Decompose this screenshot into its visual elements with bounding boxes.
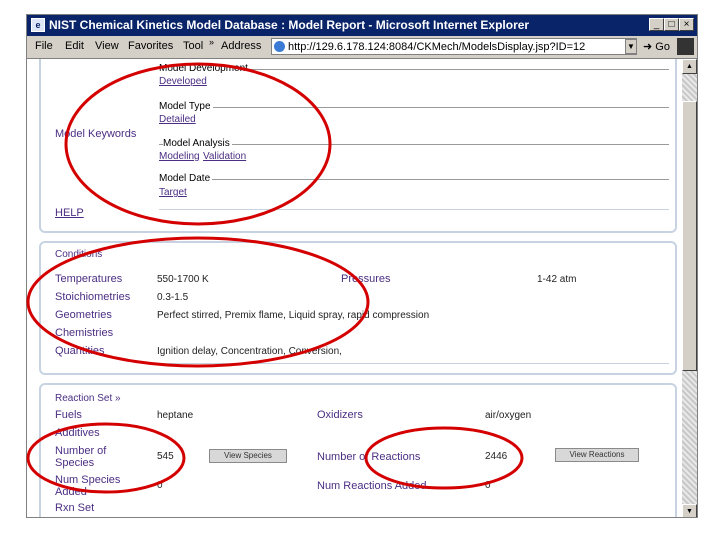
legend-model-type: Model Type: [159, 101, 213, 112]
page-content: Model Keywords Model Development Develop…: [27, 59, 682, 517]
address-dropdown-icon[interactable]: ▼: [625, 39, 637, 54]
quantities-value: Ignition delay, Concentration, Conversio…: [157, 346, 342, 357]
minimize-button[interactable]: _: [649, 18, 664, 31]
vertical-scrollbar[interactable]: ▲ ▼: [682, 59, 697, 517]
menu-view[interactable]: View: [95, 40, 119, 52]
menu-tools[interactable]: Tool: [183, 40, 203, 52]
fieldset-line: [159, 107, 669, 108]
title-bar: e NIST Chemical Kinetics Model Database …: [27, 15, 697, 36]
additives-label: Additives: [55, 427, 100, 439]
quantities-label: Quantities: [55, 345, 105, 357]
scrollbar-thumb[interactable]: [682, 101, 697, 371]
rxn-set-label: Rxn Set: [55, 502, 95, 514]
number-of-reactions-value: 2446: [485, 451, 508, 462]
conditions-panel: Conditions Temperatures 550-1700 K Press…: [39, 241, 677, 375]
scroll-down-icon[interactable]: ▼: [682, 504, 697, 517]
maximize-button[interactable]: □: [664, 18, 679, 31]
legend-model-date: Model Date: [159, 173, 213, 184]
menu-overflow-chevron[interactable]: »: [209, 37, 214, 47]
scroll-up-icon[interactable]: ▲: [682, 59, 697, 74]
fuels-label: Fuels: [55, 409, 82, 421]
menu-file[interactable]: File: [35, 40, 53, 52]
link-modeling[interactable]: Modeling: [159, 151, 200, 162]
fieldset-line: [159, 144, 669, 145]
help-link[interactable]: HELP: [55, 207, 84, 219]
window-title: NIST Chemical Kinetics Model Database : …: [49, 18, 530, 32]
divider: [157, 363, 669, 364]
keywords-panel: Model Keywords Model Development Develop…: [39, 59, 677, 233]
num-reactions-added-value: 0: [485, 480, 491, 491]
stoichiometries-label: Stoichiometries: [55, 291, 131, 303]
go-arrow-icon: ➜: [643, 41, 653, 53]
number-of-species-value: 545: [157, 451, 174, 462]
temperatures-value: 550-1700 K: [157, 274, 209, 285]
pressures-value: 1-42 atm: [537, 274, 577, 285]
link-target[interactable]: Target: [159, 187, 187, 198]
number-of-reactions-label: Number of Reactions: [317, 451, 421, 463]
browser-window: e NIST Chemical Kinetics Model Database …: [26, 14, 698, 518]
oxidizers-value: air/oxygen: [485, 410, 532, 421]
page-icon: [274, 41, 285, 52]
chemistries-label: Chemistries: [55, 327, 114, 339]
fieldset-line: [159, 179, 669, 180]
legend-model-development: Model Development: [159, 63, 250, 74]
menu-edit[interactable]: Edit: [65, 40, 84, 52]
num-reactions-added-label: Num Reactions Added: [317, 480, 427, 492]
geometries-label: Geometries: [55, 309, 112, 321]
link-detailed[interactable]: Detailed: [159, 114, 196, 125]
number-of-species-label: Number of Species: [55, 445, 107, 469]
oxidizers-label: Oxidizers: [317, 409, 363, 421]
go-button[interactable]: ➜ Go: [643, 40, 670, 53]
reaction-set-title[interactable]: Reaction Set »: [55, 393, 121, 404]
view-reactions-button[interactable]: View Reactions: [555, 448, 639, 462]
model-keywords-label: Model Keywords: [55, 128, 137, 140]
view-species-button[interactable]: View Species: [209, 449, 287, 463]
num-species-added-value: 0: [157, 480, 163, 491]
address-label: Address: [221, 40, 262, 52]
close-button[interactable]: ×: [679, 18, 694, 31]
link-developed[interactable]: Developed: [159, 76, 207, 87]
pressures-label: Pressures: [341, 273, 391, 285]
link-validation[interactable]: Validation: [203, 151, 246, 162]
legend-model-analysis: Model Analysis: [163, 138, 232, 149]
menu-bar: File Edit View Favorites Tool » Address …: [27, 36, 697, 59]
temperatures-label: Temperatures: [55, 273, 123, 285]
reaction-set-panel: Reaction Set » Fuels heptane Oxidizers a…: [39, 383, 677, 517]
fuels-value: heptane: [157, 410, 194, 421]
num-species-added-label: Num Species Added: [55, 474, 121, 498]
geometries-value: Perfect stirred, Premix flame, Liquid sp…: [157, 310, 430, 321]
conditions-title: Conditions: [55, 249, 103, 260]
stoichiometries-value: 0.3-1.5: [157, 292, 189, 303]
divider: [159, 209, 669, 210]
address-url: http://129.6.178.124:8084/CKMech/ModelsD…: [288, 41, 586, 53]
windows-logo-icon: [677, 38, 694, 55]
internet-explorer-icon: e: [31, 18, 45, 32]
go-label: Go: [655, 41, 670, 53]
menu-favorites[interactable]: Favorites: [128, 40, 173, 52]
address-bar[interactable]: http://129.6.178.124:8084/CKMech/ModelsD…: [271, 38, 637, 55]
